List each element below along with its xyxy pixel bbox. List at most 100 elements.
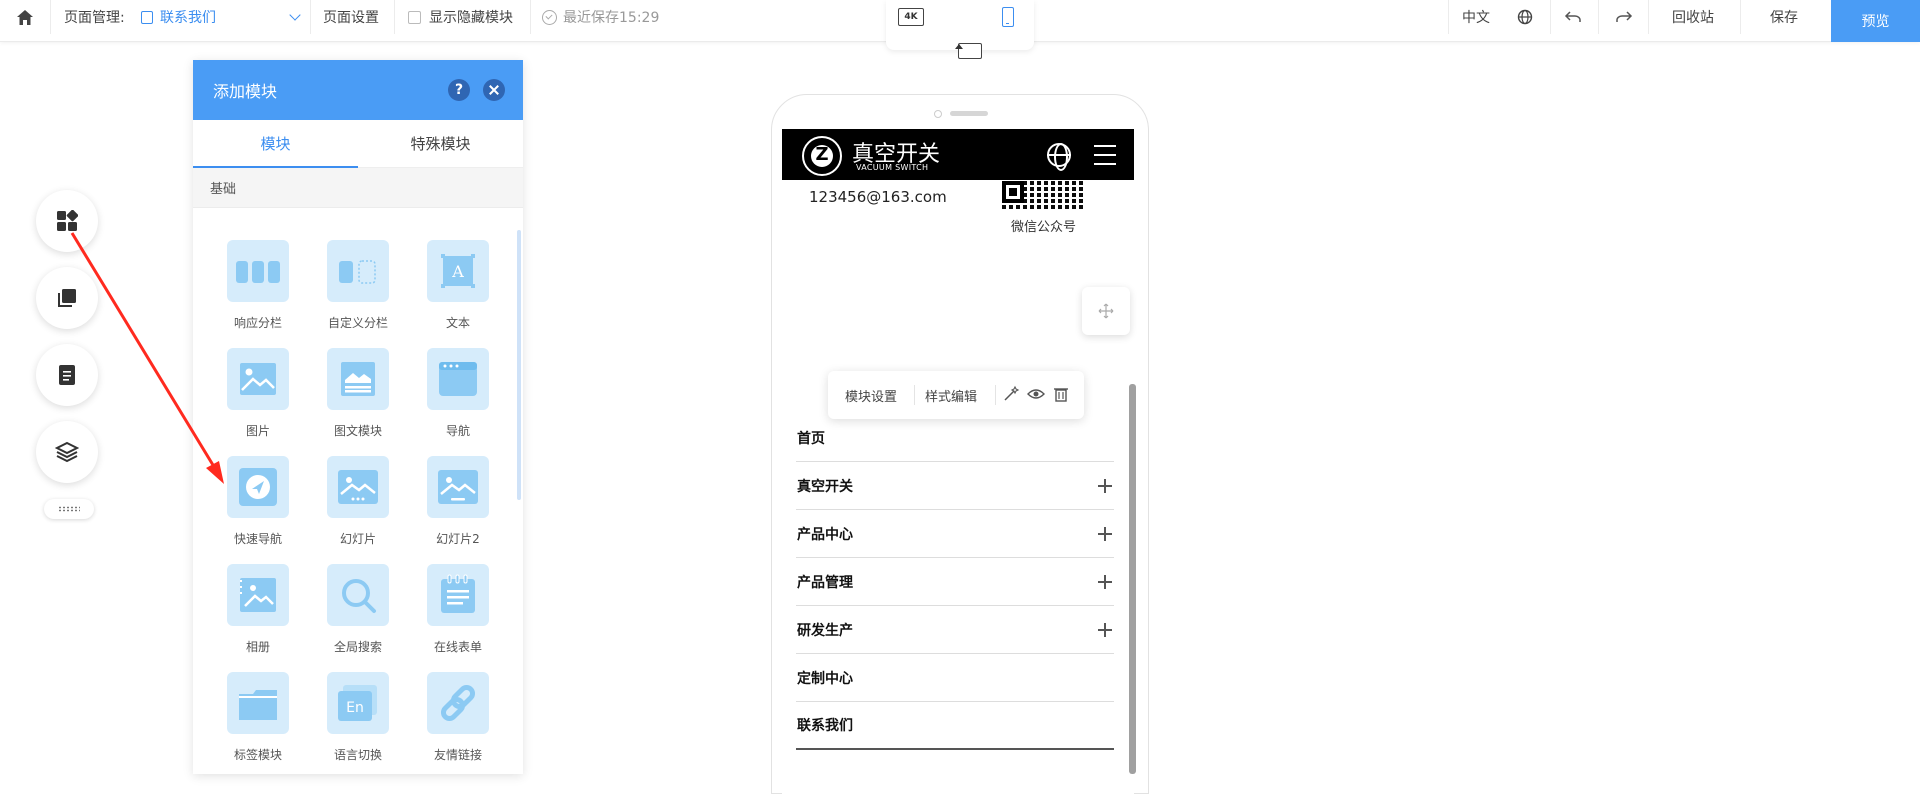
- mobile-icon: [1002, 7, 1014, 27]
- globe-icon: [1517, 9, 1533, 25]
- show-hidden-toggle[interactable]: 显示隐藏模块: [408, 0, 513, 34]
- image-text-icon: [327, 348, 389, 410]
- nav-item-product-management[interactable]: 产品管理: [796, 558, 1114, 606]
- layers-dock-button[interactable]: [36, 421, 98, 483]
- checkbox-icon[interactable]: [408, 10, 421, 24]
- module-navigation[interactable]: 导航: [408, 348, 508, 439]
- module-image-text[interactable]: 图文模块: [308, 348, 408, 439]
- device-mobile-button[interactable]: [998, 6, 1018, 28]
- nav-item-vacuum-switch[interactable]: 真空开关: [796, 462, 1114, 510]
- magic-wand-icon[interactable]: [1002, 385, 1020, 403]
- globe-icon[interactable]: [1047, 143, 1071, 171]
- module-global-search[interactable]: 全局搜索: [308, 564, 408, 655]
- module-custom-columns[interactable]: 自定义分栏: [308, 240, 408, 331]
- page-settings-button[interactable]: 页面设置: [323, 0, 379, 34]
- nav-item-products[interactable]: 产品中心: [796, 510, 1114, 558]
- module-label: 在线表单: [433, 640, 482, 654]
- nav-label: 研发生产: [797, 622, 853, 639]
- mobile-screen: Z 真空开关 VACUUM SWITCH 123456@163.com 微信公众…: [782, 129, 1134, 799]
- album-icon: [227, 564, 289, 626]
- module-friend-links[interactable]: 友情链接: [408, 672, 508, 763]
- panel-header: 添加模块 ?: [193, 60, 523, 120]
- preview-button[interactable]: 预览: [1831, 0, 1920, 42]
- add-module-dock-button[interactable]: [36, 190, 98, 252]
- nav-item-rnd[interactable]: 研发生产: [796, 606, 1114, 654]
- dock-drag-handle[interactable]: [44, 499, 94, 519]
- module-language-switch[interactable]: En 语言切换: [308, 672, 408, 763]
- divider: [50, 0, 51, 34]
- module-label: 全局搜索: [333, 640, 382, 654]
- recycle-bin-button[interactable]: 回收站: [1672, 0, 1714, 34]
- language-button[interactable]: 中文: [1462, 0, 1490, 34]
- close-icon[interactable]: [483, 79, 505, 101]
- delete-icon[interactable]: [1052, 385, 1070, 403]
- page-manage-label: 页面管理:: [64, 10, 125, 26]
- device-4k-button[interactable]: 4K: [898, 8, 924, 26]
- redo-icon: [1616, 11, 1633, 22]
- preview-scrollbar[interactable]: [1129, 384, 1136, 774]
- page-select[interactable]: 联系我们: [141, 0, 305, 34]
- nav-label: 真空开关: [797, 478, 853, 495]
- nav-item-home[interactable]: 首页: [796, 414, 1114, 462]
- menu-icon[interactable]: [1094, 145, 1116, 172]
- nav-label: 产品管理: [797, 574, 853, 591]
- divider: [1550, 0, 1551, 34]
- current-page-name: 联系我们: [160, 10, 216, 26]
- module-settings-button[interactable]: 模块设置: [845, 386, 897, 405]
- module-quick-nav[interactable]: 快速导航: [208, 456, 308, 547]
- copy-dock-button[interactable]: [36, 267, 98, 329]
- style-edit-button[interactable]: 样式编辑: [925, 386, 977, 405]
- visibility-icon[interactable]: [1027, 385, 1045, 403]
- navigation-icon: [427, 348, 489, 410]
- module-album[interactable]: 相册: [208, 564, 308, 655]
- active-tab-indicator: [193, 166, 358, 168]
- language-switch-icon: En: [327, 672, 389, 734]
- logo-subtitle: VACUUM SWITCH: [856, 163, 929, 172]
- globe-button[interactable]: [1515, 0, 1535, 34]
- undo-icon: [1564, 11, 1581, 22]
- module-tabs[interactable]: 标签模块: [208, 672, 308, 763]
- module-label: 响应分栏: [233, 316, 282, 330]
- module-responsive-columns[interactable]: 响应分栏: [208, 240, 308, 331]
- quick-nav-icon: [227, 456, 289, 518]
- plus-icon[interactable]: [1098, 575, 1112, 589]
- search-icon: [327, 564, 389, 626]
- move-module-button[interactable]: [1082, 287, 1130, 335]
- plus-icon[interactable]: [1098, 527, 1112, 541]
- plus-icon[interactable]: [1098, 623, 1112, 637]
- panel-scrollbar[interactable]: [517, 230, 521, 500]
- plus-icon[interactable]: [1098, 479, 1112, 493]
- phone-camera: [934, 110, 942, 118]
- nav-label: 定制中心: [797, 670, 853, 687]
- form-icon: [427, 564, 489, 626]
- nav-item-custom[interactable]: 定制中心: [796, 654, 1114, 702]
- device-switcher: 4K: [886, 0, 1034, 59]
- module-text[interactable]: A 文本: [408, 240, 508, 331]
- redo-button[interactable]: [1614, 0, 1634, 34]
- tab-modules[interactable]: 模块: [193, 120, 358, 167]
- home-button[interactable]: [12, 0, 38, 34]
- pages-dock-button[interactable]: [36, 344, 98, 406]
- device-desktop-button[interactable]: [946, 6, 982, 59]
- help-button[interactable]: ?: [448, 79, 470, 101]
- nav-label: 产品中心: [797, 526, 853, 543]
- tab-special-modules[interactable]: 特殊模块: [358, 120, 523, 167]
- qr-code-finder: [1002, 181, 1024, 203]
- nav-item-contact[interactable]: 联系我们: [796, 702, 1114, 750]
- clock-icon: [542, 9, 557, 25]
- undo-button[interactable]: [1563, 0, 1583, 34]
- module-label: 幻灯片2: [436, 532, 480, 546]
- modules-icon: [57, 210, 78, 231]
- divider: [995, 385, 996, 405]
- module-image[interactable]: 图片: [208, 348, 308, 439]
- qr-caption: 微信公众号: [1011, 220, 1077, 235]
- module-slideshow[interactable]: 幻灯片: [308, 456, 408, 547]
- slideshow-icon: [327, 456, 389, 518]
- module-label: 语言切换: [333, 748, 382, 762]
- module-online-form[interactable]: 在线表单: [408, 564, 508, 655]
- site-header[interactable]: Z 真空开关 VACUUM SWITCH: [782, 129, 1134, 180]
- module-slideshow-2[interactable]: 幻灯片2: [408, 456, 508, 547]
- module-label: 幻灯片: [339, 532, 376, 546]
- document-icon: [141, 10, 153, 24]
- save-button[interactable]: 保存: [1770, 0, 1798, 34]
